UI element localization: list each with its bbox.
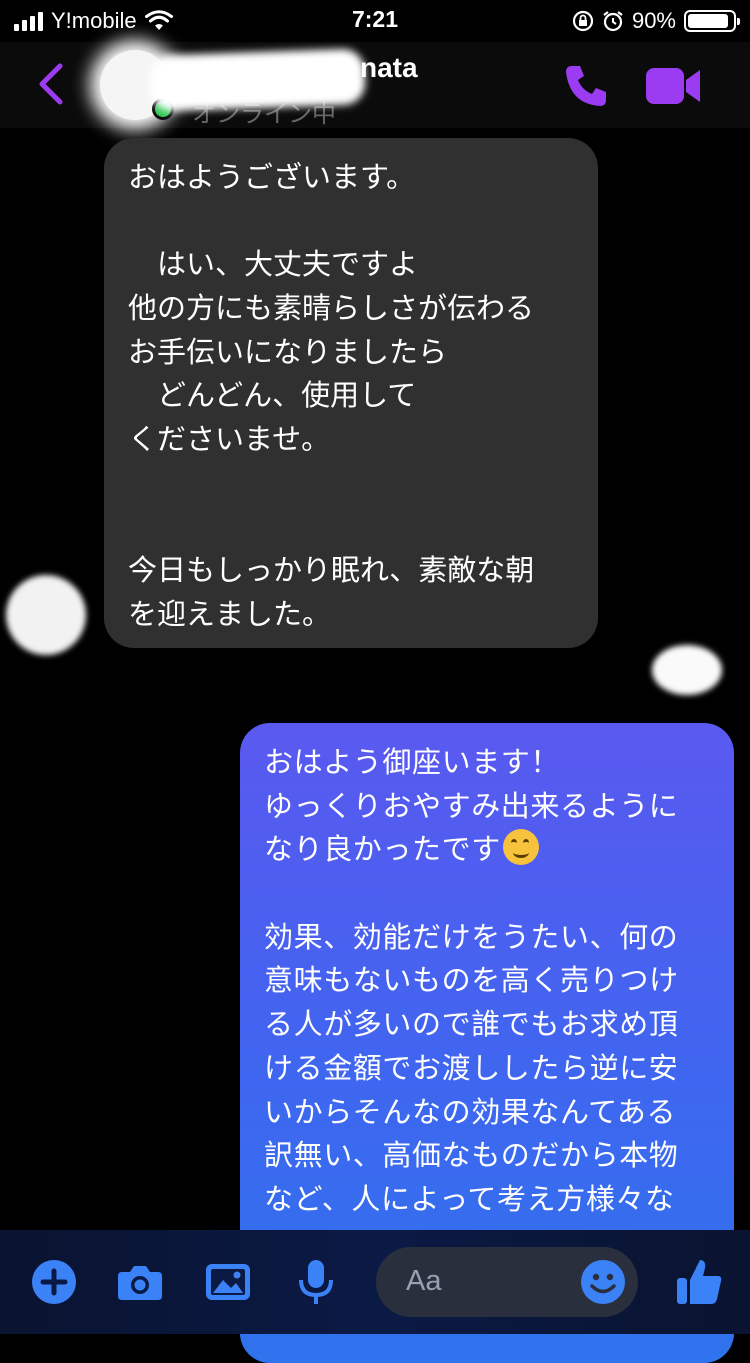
message-line xyxy=(128,462,574,506)
incoming-message-bubble[interactable]: おはようございます。 はい、大丈夫ですよ他の方にも素晴らしさが伝わる お手伝いにな… xyxy=(104,138,598,648)
battery-fill xyxy=(688,14,728,28)
battery-percent: 90% xyxy=(631,8,676,33)
message-line xyxy=(128,506,574,550)
plus-icon[interactable] xyxy=(30,1258,78,1306)
message-line: おはようございます。 xyxy=(128,160,416,194)
message-line: はい、大丈夫ですよ xyxy=(128,247,419,282)
message-line: なり良かったです xyxy=(264,828,710,872)
message-line xyxy=(264,872,710,916)
read-receipt-avatar-blur xyxy=(652,645,722,695)
status-right: 90% xyxy=(572,6,740,36)
message-line: ける金額でお渡ししたら逆に安 xyxy=(264,1050,679,1085)
alarm-icon xyxy=(603,11,623,32)
message-line: 今日もしっかり眠れ、素敵な朝 xyxy=(128,553,535,588)
message-line: おはよう御座います！ xyxy=(264,745,561,779)
message-line: 効果、効能だけをうたい、何の xyxy=(264,919,679,954)
message-line: お手伝いになりましたら xyxy=(128,334,448,369)
orientation-lock-icon xyxy=(572,10,594,32)
battery-icon xyxy=(684,10,740,32)
emoji-icon[interactable] xyxy=(580,1259,626,1305)
message-line: いからそんなの効果なんてある xyxy=(264,1094,677,1129)
image-icon[interactable] xyxy=(204,1258,252,1306)
message-line: 意味もないものを高く売りつけ xyxy=(264,963,679,998)
message-line: くださいませ。 xyxy=(128,422,331,457)
message-line xyxy=(128,200,574,244)
message-line: どんどん、使用して xyxy=(128,378,417,413)
back-chevron-icon[interactable] xyxy=(34,60,68,108)
message-input[interactable]: Aa xyxy=(376,1247,638,1317)
status-bar: Y!mobile 7:21 90% xyxy=(0,0,750,42)
message-input-placeholder: Aa xyxy=(406,1265,442,1297)
contact-name[interactable]: nata xyxy=(360,52,418,84)
message-line: 訳無い、高価なものだから本物 xyxy=(264,1138,679,1173)
message-line: を迎えました。 xyxy=(128,596,332,631)
message-line: など、人によって考え方様々な xyxy=(264,1181,675,1216)
redacted-name-blur xyxy=(149,48,366,112)
phone-icon[interactable] xyxy=(562,62,610,110)
video-camera-icon[interactable] xyxy=(644,64,702,108)
message-line: る人が多いので誰でもお求め頂 xyxy=(264,1007,679,1042)
sender-avatar-blur xyxy=(6,575,86,655)
smiling-face-emoji-icon xyxy=(502,829,539,866)
message-line: 他の方にも素晴らしさが伝わる xyxy=(128,291,535,326)
conversation-header: オンライン中 nata xyxy=(0,42,750,128)
camera-icon[interactable] xyxy=(116,1258,164,1306)
thumbs-up-icon[interactable] xyxy=(674,1256,724,1306)
message-line: ゆっくりおやすみ出来るように xyxy=(264,788,679,823)
microphone-icon[interactable] xyxy=(292,1258,340,1306)
message-composer: Aa xyxy=(0,1230,750,1334)
